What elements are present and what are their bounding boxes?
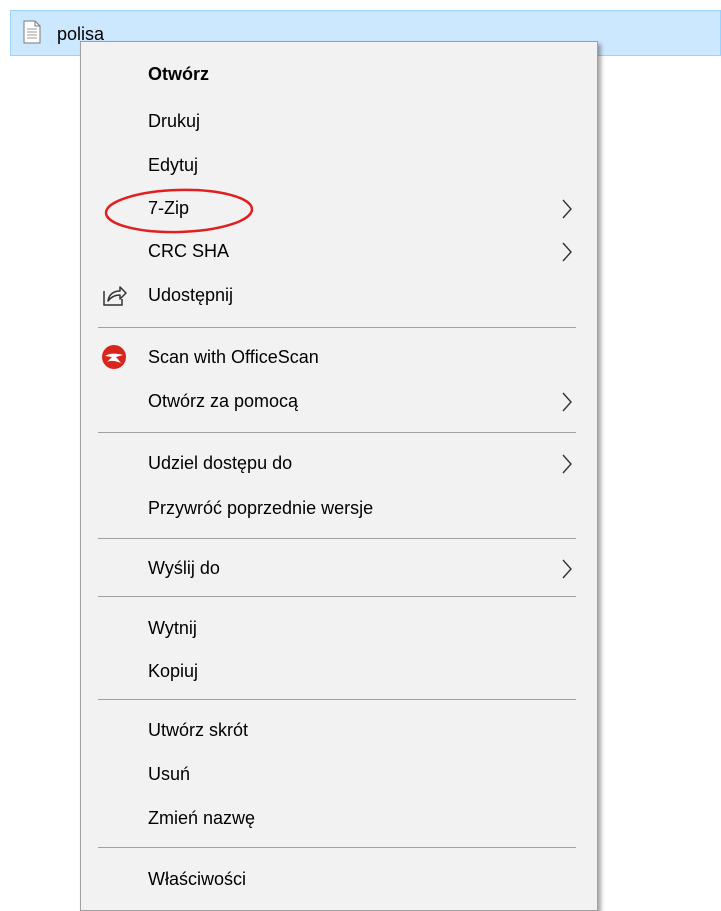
menu-item-delete[interactable]: Usuń: [81, 754, 597, 794]
chevron-right-icon: [562, 199, 572, 219]
menu-item-label: Zmień nazwę: [148, 808, 256, 828]
menu-item-give-access[interactable]: Udziel dostępu do: [81, 443, 597, 483]
menu-item-edit[interactable]: Edytuj: [81, 145, 597, 185]
menu-item-open[interactable]: Otwórz: [81, 54, 597, 94]
menu-item-label: Drukuj: [148, 111, 201, 131]
menu-item-scan-officescan[interactable]: Scan with OfficeScan: [81, 337, 597, 377]
menu-item-rename[interactable]: Zmień nazwę: [81, 798, 597, 838]
chevron-right-icon: [562, 559, 572, 579]
menu-separator: [98, 432, 576, 433]
context-menu: Otwórz Drukuj Edytuj 7-Zip CRC SHA Udost…: [80, 41, 598, 911]
menu-item-label: Otwórz za pomocą: [148, 391, 299, 411]
menu-separator: [98, 699, 576, 700]
menu-separator: [98, 538, 576, 539]
menu-item-create-shortcut[interactable]: Utwórz skrót: [81, 710, 597, 750]
menu-item-label: Utwórz skrót: [148, 720, 249, 740]
menu-item-label: Kopiuj: [148, 661, 199, 681]
menu-item-restore-versions[interactable]: Przywróć poprzednie wersje: [81, 488, 597, 528]
menu-item-properties[interactable]: Właściwości: [81, 859, 597, 899]
menu-item-cut[interactable]: Wytnij: [81, 608, 597, 648]
menu-item-label: Udziel dostępu do: [148, 453, 293, 473]
menu-item-label: Udostępnij: [148, 285, 234, 305]
menu-item-label: Właściwości: [148, 869, 247, 889]
menu-item-print[interactable]: Drukuj: [81, 101, 597, 141]
menu-item-label: Przywróć poprzednie wersje: [148, 498, 374, 518]
highlight-circle-annotation: [104, 188, 254, 234]
menu-item-label: Edytuj: [148, 155, 199, 175]
menu-item-label: Scan with OfficeScan: [148, 347, 319, 367]
menu-item-open-with[interactable]: Otwórz za pomocą: [81, 381, 597, 421]
text-document-icon: [23, 20, 41, 44]
menu-item-share[interactable]: Udostępnij: [81, 275, 597, 315]
menu-item-label: Wyślij do: [148, 558, 220, 578]
menu-item-crc-sha[interactable]: CRC SHA: [81, 231, 597, 271]
menu-item-label: Otwórz: [148, 64, 209, 84]
chevron-right-icon: [562, 242, 572, 262]
menu-item-label: Usuń: [148, 764, 191, 784]
menu-item-copy[interactable]: Kopiuj: [81, 651, 597, 691]
menu-separator: [98, 847, 576, 848]
menu-item-label: Wytnij: [148, 618, 197, 638]
officescan-icon: [102, 345, 126, 369]
menu-separator: [98, 596, 576, 597]
menu-item-send-to[interactable]: Wyślij do: [81, 548, 597, 588]
chevron-right-icon: [562, 392, 572, 412]
share-icon: [103, 286, 127, 306]
menu-separator: [98, 327, 576, 328]
menu-item-label: CRC SHA: [148, 241, 230, 261]
chevron-right-icon: [562, 454, 572, 474]
